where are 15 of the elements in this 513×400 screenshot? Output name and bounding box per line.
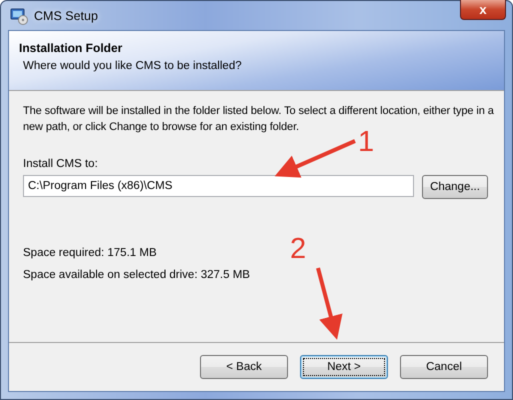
header-title: Installation Folder xyxy=(19,41,124,55)
next-button[interactable]: Next > xyxy=(300,355,388,379)
space-available-text: Space available on selected drive: 327.5 MB xyxy=(23,269,250,281)
cancel-button[interactable]: Cancel xyxy=(400,355,488,379)
annotation-number: 2 xyxy=(290,235,306,264)
change-button[interactable]: Change... xyxy=(422,175,488,199)
window-title: CMS Setup xyxy=(34,8,98,22)
setup-icon xyxy=(10,6,28,24)
annotation-number: 1 xyxy=(358,128,374,157)
field-label: Install CMS to: xyxy=(23,158,99,170)
space-required-text: Space required: 175.1 MB xyxy=(23,247,157,259)
header-subtitle: Where would you like CMS to be installed? xyxy=(23,60,243,72)
path-field[interactable]: C:\Program Files (x86)\CMS xyxy=(23,175,414,197)
back-button[interactable]: < Back xyxy=(200,355,288,379)
close-button[interactable]: x xyxy=(460,0,506,20)
